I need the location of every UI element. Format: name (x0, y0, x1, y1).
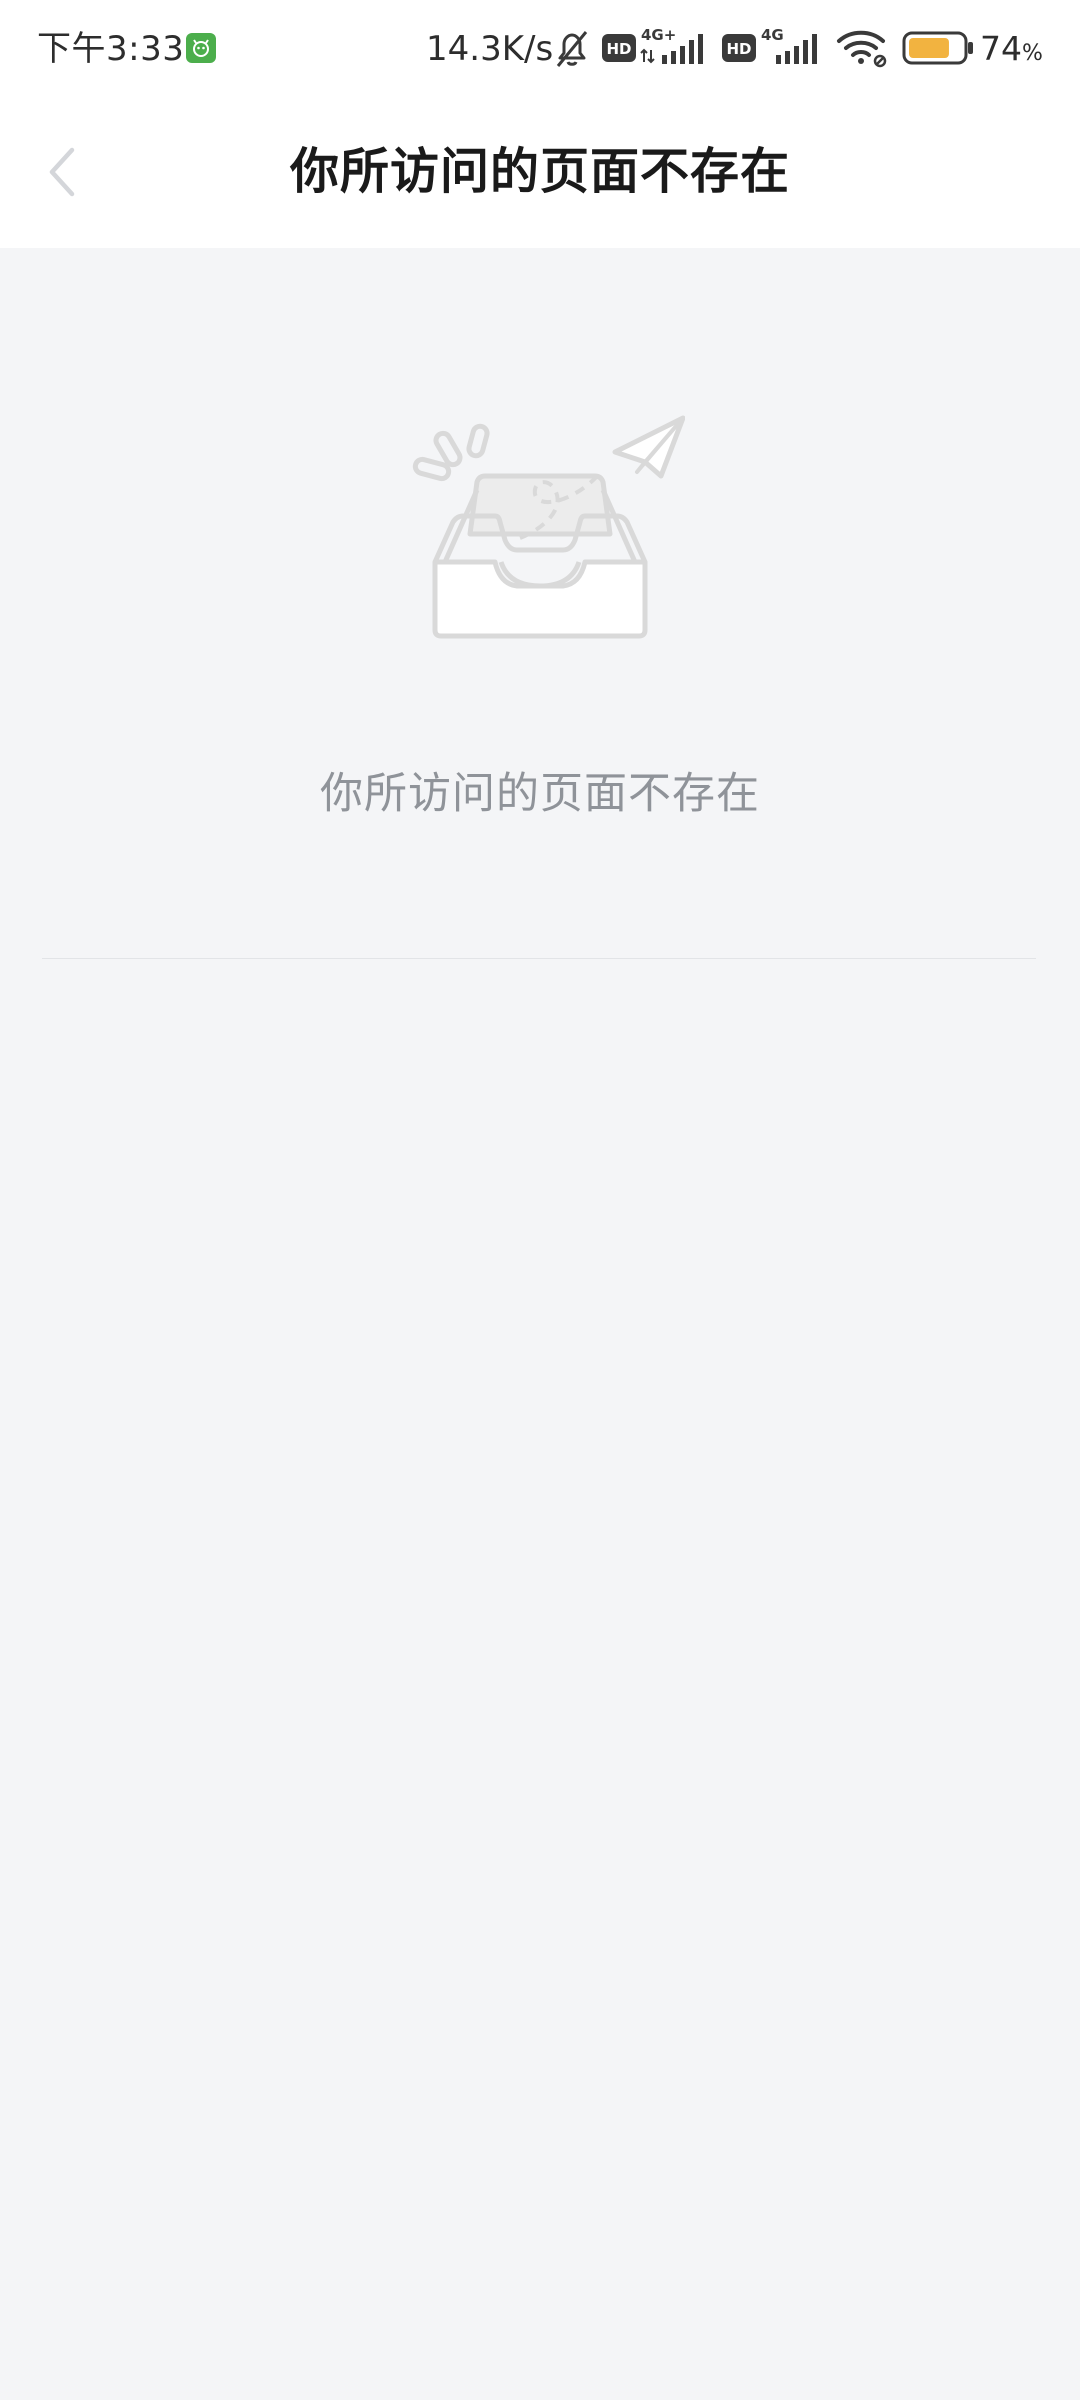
sim1-tech-label: 4G+ (641, 26, 676, 44)
hd-badge-icon: HD (722, 34, 756, 66)
title-bar: 你所访问的页面不存在 (0, 96, 1080, 248)
empty-inbox-paper-plane-icon (405, 410, 686, 650)
signal-4g-plus-icon: 4G+ (640, 24, 712, 72)
battery-level: 74 (980, 29, 1022, 68)
sim2-tech-label: 4G (761, 26, 784, 44)
wifi-icon (836, 28, 890, 72)
chevron-left-icon (49, 147, 75, 197)
status-bar: 下午3:33 14.3K/s HD 4G+ HD 4G 74% (0, 0, 1080, 96)
page-title: 你所访问的页面不存在 (289, 143, 790, 200)
hd-badge-icon: HD (602, 34, 636, 66)
mute-bell-icon (552, 28, 592, 74)
battery-fill (909, 38, 949, 58)
divider (42, 958, 1036, 959)
back-button[interactable] (30, 134, 94, 210)
battery-icon (902, 31, 974, 69)
hd-label-2: HD (726, 40, 751, 58)
battery-level-text: 74% (980, 26, 1043, 77)
status-time: 下午3:33 (37, 29, 185, 69)
app-notification-icon (186, 33, 216, 63)
signal-4g-icon: 4G (760, 24, 824, 72)
battery-unit: % (1022, 41, 1043, 66)
empty-state-message: 你所访问的页面不存在 (320, 769, 760, 819)
hd-label-1: HD (606, 40, 631, 58)
network-speed: 14.3K/s (426, 29, 554, 69)
